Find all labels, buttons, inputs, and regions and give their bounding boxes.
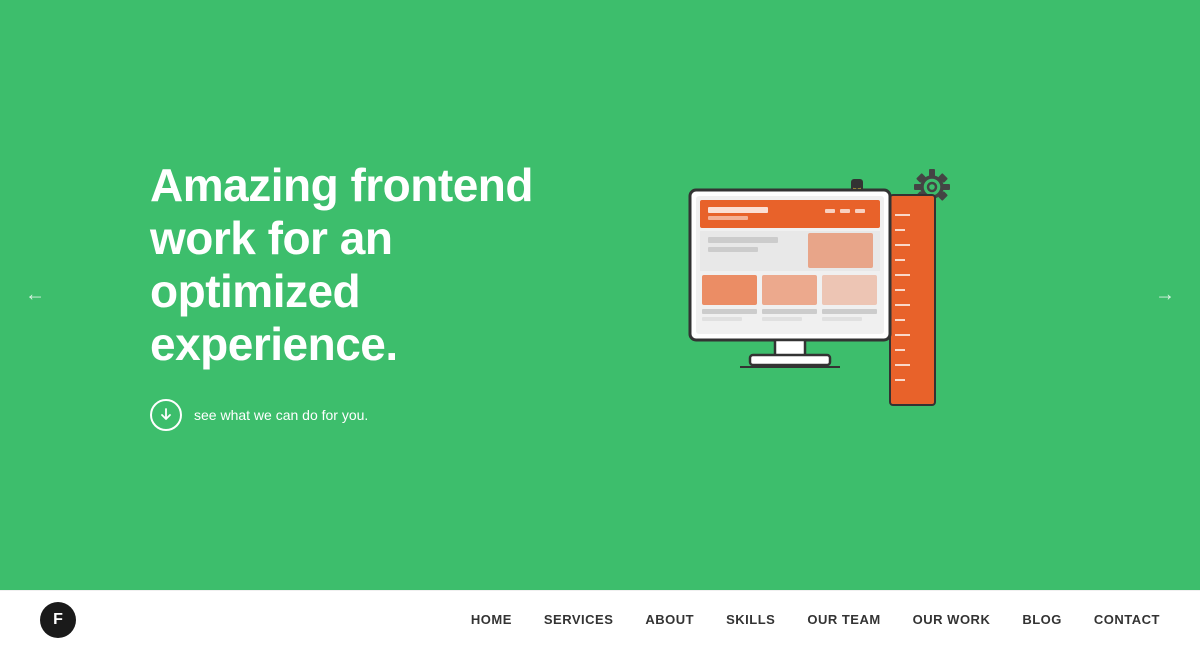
hero-content: Amazing frontend work for an optimized e… <box>150 115 1050 475</box>
nav-item-our-team[interactable]: OUR TEAM <box>807 611 880 629</box>
nav-link-contact[interactable]: CONTACT <box>1094 612 1160 627</box>
nav-item-services[interactable]: SERVICES <box>544 611 614 629</box>
cta-label: see what we can do for you. <box>194 407 368 423</box>
nav-item-our-work[interactable]: OUR WORK <box>913 611 991 629</box>
nav-links: HOME SERVICES ABOUT SKILLS OUR TEAM OUR … <box>471 611 1160 629</box>
prev-arrow-button[interactable]: ← <box>15 274 55 317</box>
nav-link-skills[interactable]: SKILLS <box>726 612 775 627</box>
next-arrow-button[interactable]: → <box>1145 274 1185 317</box>
cta-download-icon <box>150 399 182 431</box>
prev-arrow-icon: ← <box>25 284 45 306</box>
hero-section: ← → Amazing frontend work for an optimiz… <box>0 0 1200 590</box>
hero-illustration <box>570 115 1050 475</box>
nav-link-our-team[interactable]: OUR TEAM <box>807 612 880 627</box>
nav-link-services[interactable]: SERVICES <box>544 612 614 627</box>
navbar: F HOME SERVICES ABOUT SKILLS OUR TEAM OU… <box>0 590 1200 648</box>
nav-item-blog[interactable]: BLOG <box>1022 611 1062 629</box>
illustration-svg <box>640 135 980 455</box>
logo[interactable]: F <box>40 602 76 638</box>
hero-cta[interactable]: see what we can do for you. <box>150 399 570 431</box>
nav-item-home[interactable]: HOME <box>471 611 512 629</box>
nav-link-about[interactable]: ABOUT <box>645 612 694 627</box>
nav-link-our-work[interactable]: OUR WORK <box>913 612 991 627</box>
nav-item-skills[interactable]: SKILLS <box>726 611 775 629</box>
nav-item-about[interactable]: ABOUT <box>645 611 694 629</box>
nav-link-blog[interactable]: BLOG <box>1022 612 1062 627</box>
hero-title: Amazing frontend work for an optimized e… <box>150 159 570 371</box>
next-arrow-icon: → <box>1155 284 1175 306</box>
hero-text-block: Amazing frontend work for an optimized e… <box>150 159 570 431</box>
nav-link-home[interactable]: HOME <box>471 612 512 627</box>
nav-item-contact[interactable]: CONTACT <box>1094 611 1160 629</box>
